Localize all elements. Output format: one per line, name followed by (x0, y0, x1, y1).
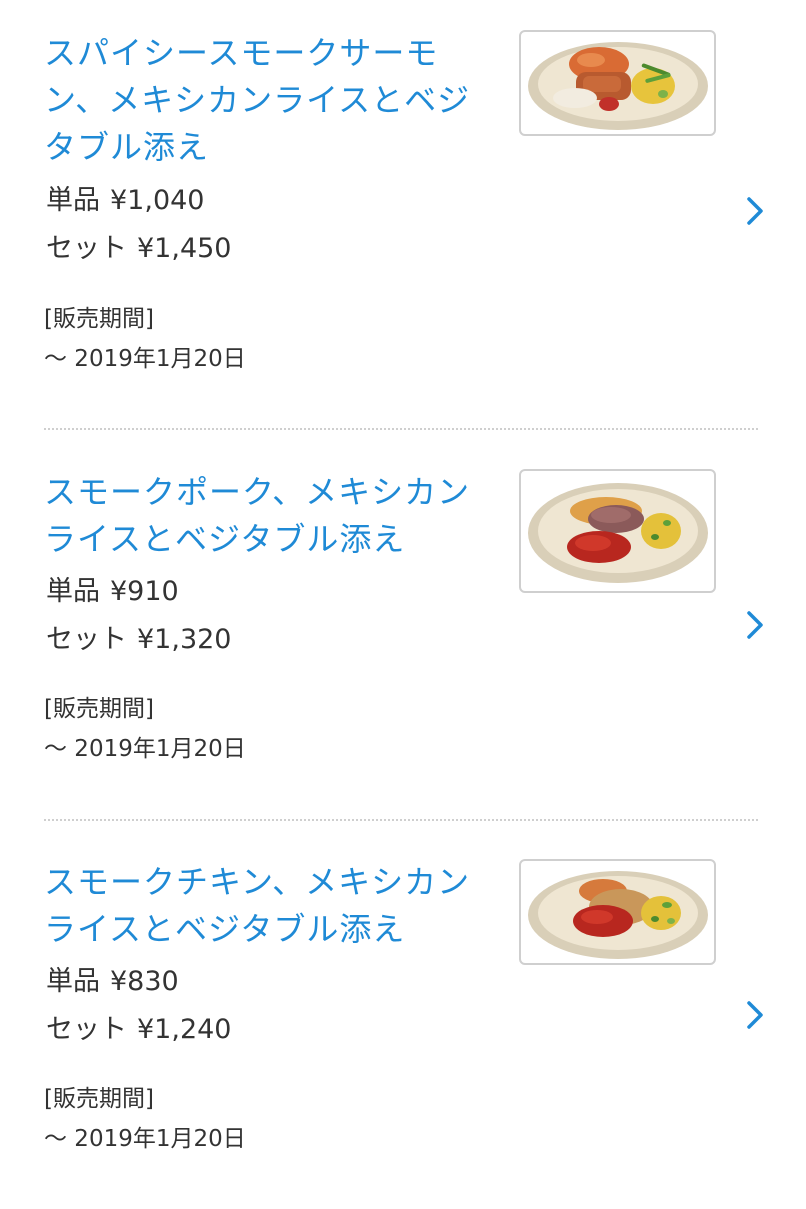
single-price-line: 単品 ¥1,040 (46, 184, 204, 218)
item-divider (44, 428, 758, 430)
item-divider (44, 819, 758, 821)
sales-period-value: ～ 2019年1月20日 (44, 736, 246, 762)
set-price-line: セット ¥1,450 (46, 232, 231, 266)
single-price: ¥1,040 (110, 185, 205, 216)
sales-period-label: [販売期間] (44, 306, 154, 332)
chicken-plate-photo[interactable] (519, 859, 716, 965)
single-price: ¥910 (110, 576, 179, 607)
sales-period-label: [販売期間] (44, 1086, 154, 1112)
item-title[interactable]: スモークポーク、メキシカンライスとベジタブル添え (44, 469, 484, 563)
set-label: セット (46, 624, 127, 655)
single-label: 単品 (46, 576, 100, 607)
chevron-right-icon[interactable] (739, 997, 769, 1033)
set-price-line: セット ¥1,320 (46, 623, 231, 657)
set-price: ¥1,240 (137, 1014, 232, 1045)
single-label: 単品 (46, 966, 100, 997)
set-price: ¥1,320 (137, 624, 232, 655)
item-title[interactable]: スモークチキン、メキシカンライスとベジタブル添え (44, 859, 484, 953)
salmon-plate-photo[interactable] (519, 30, 716, 136)
chevron-right-icon[interactable] (739, 607, 769, 643)
set-price: ¥1,450 (137, 233, 232, 264)
single-price-line: 単品 ¥830 (46, 965, 179, 999)
single-label: 単品 (46, 185, 100, 216)
set-price-line: セット ¥1,240 (46, 1013, 231, 1047)
sales-period-value: ～ 2019年1月20日 (44, 346, 246, 372)
menu-item-chicken[interactable]: スモークチキン、メキシカンライスとベジタブル添え 単品 ¥830 セット ¥1,24… (0, 829, 806, 1209)
menu-item-pork[interactable]: スモークポーク、メキシカンライスとベジタブル添え 単品 ¥910 セット ¥1,32… (0, 439, 806, 819)
item-title[interactable]: スパイシースモークサーモン、メキシカンライスとベジタブル添え (44, 30, 484, 171)
pork-plate-photo[interactable] (519, 469, 716, 593)
set-label: セット (46, 233, 127, 264)
single-price-line: 単品 ¥910 (46, 575, 179, 609)
set-label: セット (46, 1014, 127, 1045)
chevron-right-icon[interactable] (739, 193, 769, 229)
single-price: ¥830 (110, 966, 179, 997)
sales-period-value: ～ 2019年1月20日 (44, 1126, 246, 1152)
menu-item-salmon[interactable]: スパイシースモークサーモン、メキシカンライスとベジタブル添え 単品 ¥1,040 … (0, 0, 806, 380)
sales-period-label: [販売期間] (44, 696, 154, 722)
